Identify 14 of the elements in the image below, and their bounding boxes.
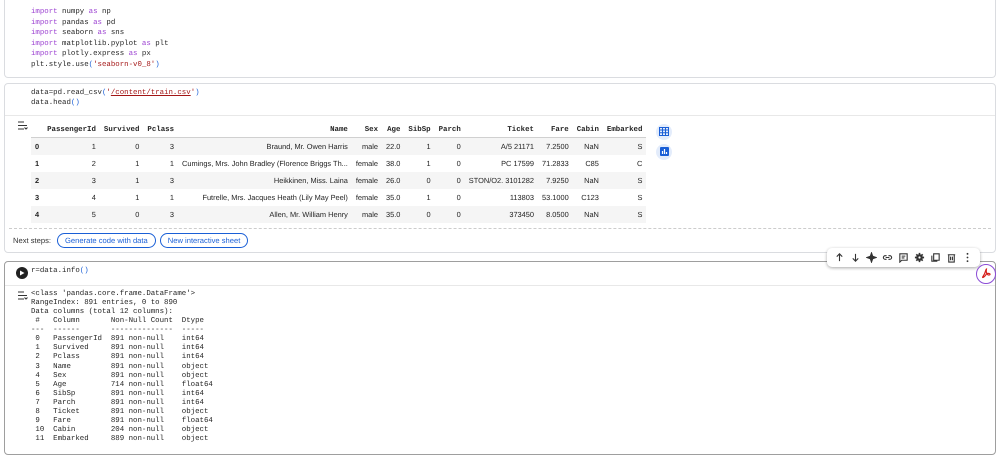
comment-icon[interactable]	[898, 252, 909, 263]
run-button[interactable]	[16, 266, 28, 279]
arrow-down-icon[interactable]	[850, 252, 861, 263]
delete-icon[interactable]	[946, 252, 957, 263]
output-toggle-icon[interactable]	[16, 120, 28, 130]
settings-icon[interactable]	[914, 252, 925, 263]
output-toggle-icon[interactable]	[16, 290, 28, 300]
sparkle-icon[interactable]	[866, 252, 877, 263]
copy-icon[interactable]	[930, 252, 941, 263]
arrow-up-icon[interactable]	[834, 252, 845, 263]
bar-chart-icon[interactable]	[656, 144, 672, 160]
code-cell[interactable]	[4, 260, 996, 455]
table-icon[interactable]	[656, 124, 672, 140]
play-icon	[19, 270, 25, 276]
